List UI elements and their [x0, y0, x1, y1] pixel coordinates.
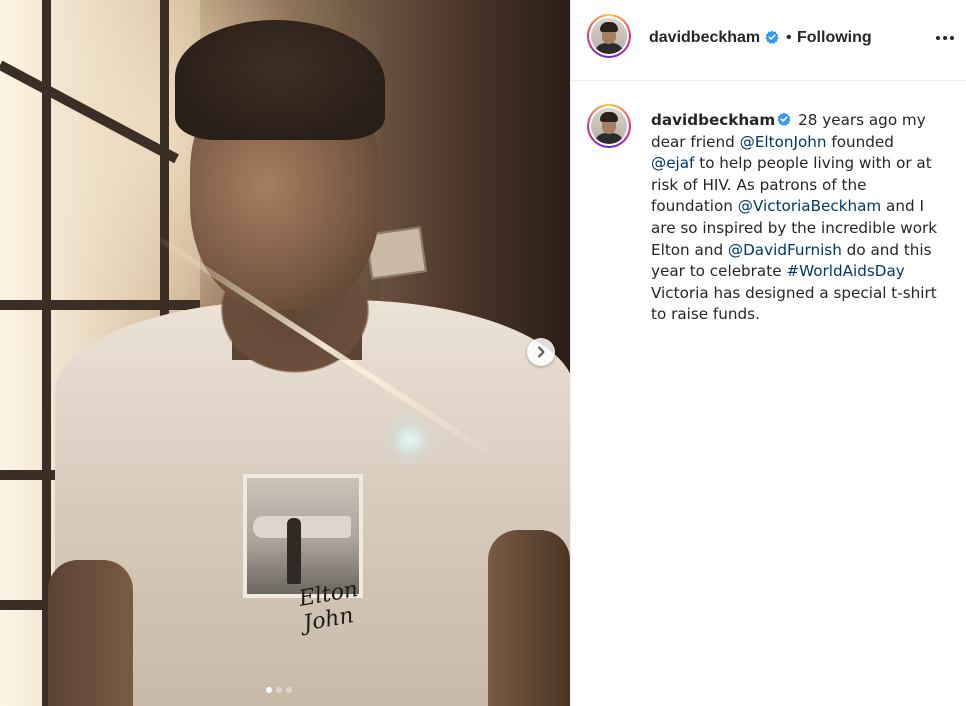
- more-options-button[interactable]: [933, 26, 957, 50]
- chevron-right-icon: [538, 346, 545, 358]
- post-media[interactable]: Elton John: [0, 0, 570, 706]
- caption-text: Victoria has designed a special t-shirt …: [651, 283, 937, 324]
- post-header: davidbeckham • Following: [571, 0, 966, 81]
- ellipsis-icon: [936, 36, 940, 40]
- caption-text: founded: [826, 132, 894, 151]
- tattooed-arm-right: [488, 530, 570, 706]
- tattooed-arm-left: [48, 560, 133, 706]
- mention-link[interactable]: @EltonJohn: [740, 133, 827, 151]
- avatar-image: [591, 108, 627, 144]
- avatar-image: [591, 18, 627, 54]
- mention-link[interactable]: @VictoriaBeckham: [738, 197, 881, 215]
- mention-link[interactable]: @ejaf: [651, 154, 694, 172]
- carousel-dot-active: [266, 687, 272, 693]
- carousel-next-button[interactable]: [527, 338, 555, 366]
- carousel-dot: [286, 687, 292, 693]
- caption-avatar[interactable]: [587, 104, 631, 148]
- post-side-panel: davidbeckham • Following davidbeckham 28…: [570, 0, 966, 706]
- caption-username[interactable]: davidbeckham: [651, 111, 775, 129]
- mention-link[interactable]: @DavidFurnish: [728, 241, 842, 259]
- man-hair: [175, 20, 385, 140]
- carousel-dot: [276, 687, 282, 693]
- window-bar: [0, 300, 200, 310]
- airplane-in-print: [253, 516, 351, 538]
- post-caption: davidbeckham 28 years ago my dear friend…: [651, 110, 941, 326]
- carousel-indicator: [266, 687, 292, 693]
- figure-in-print: [287, 518, 301, 584]
- hashtag-link[interactable]: #WorldAidsDay: [786, 262, 904, 280]
- verified-badge-icon: [765, 30, 779, 44]
- verified-badge-icon: [777, 112, 791, 126]
- following-button[interactable]: Following: [797, 29, 872, 47]
- header-username[interactable]: davidbeckham: [649, 29, 760, 47]
- window-bar: [0, 470, 60, 480]
- avatar[interactable]: [587, 14, 631, 58]
- separator-dot: •: [786, 29, 792, 46]
- lens-flare-spot: [380, 410, 440, 470]
